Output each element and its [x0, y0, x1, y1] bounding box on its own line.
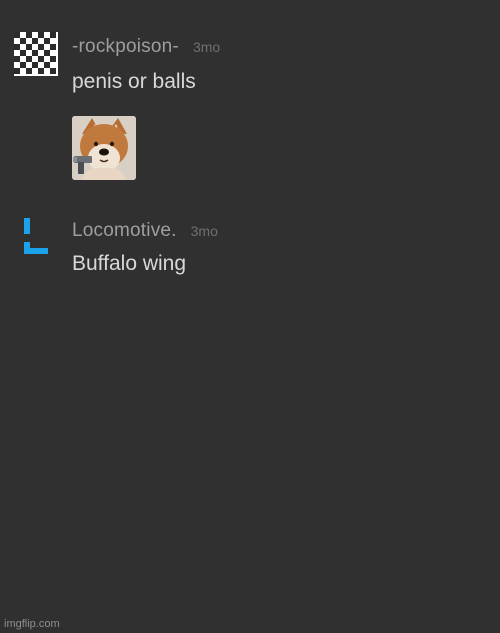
username[interactable]: -rockpoison-	[72, 36, 179, 58]
comment-meta: -rockpoison- 3mo	[72, 36, 220, 60]
watermark: imgflip.com	[4, 618, 60, 630]
comment-meta: Locomotive. 3mo	[72, 220, 218, 244]
timestamp: 3mo	[192, 39, 221, 55]
dog-with-gun-image	[72, 116, 136, 180]
comment-item: Locomotive. 3mo Buffalo wing	[0, 210, 500, 290]
comment-text: Buffalo wing	[72, 252, 187, 275]
username[interactable]: Locomotive.	[72, 220, 177, 242]
comment-item: -rockpoison- 3mo penis or balls	[0, 28, 500, 188]
checkerboard-avatar-icon[interactable]	[14, 32, 58, 76]
blue-l-avatar-icon[interactable]	[14, 214, 58, 258]
meme-image[interactable]	[72, 116, 136, 180]
comment-text: penis or balls	[72, 70, 196, 93]
timestamp: 3mo	[190, 223, 218, 239]
